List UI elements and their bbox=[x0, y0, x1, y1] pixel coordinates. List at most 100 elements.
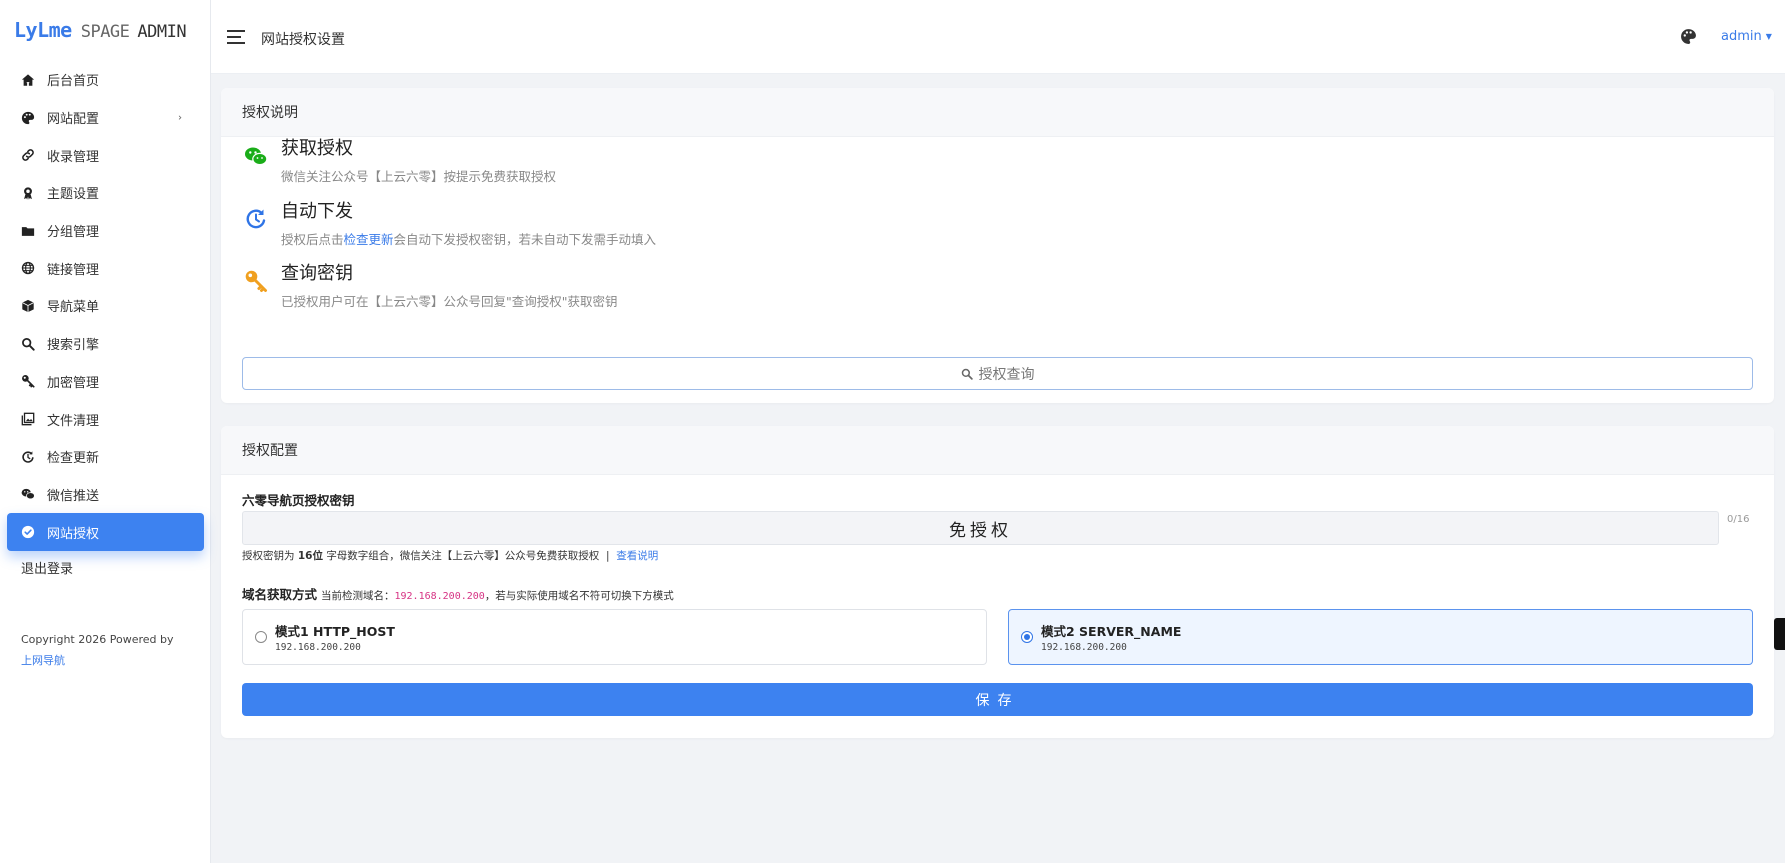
sidebar: LyLme SPAGE ADMIN 后台首页 网站配置 › 收录管理 主题设置 … bbox=[0, 0, 211, 863]
wechat-icon bbox=[245, 147, 268, 166]
license-key-input[interactable]: 免授权 bbox=[242, 511, 1719, 545]
mode-radio[interactable] bbox=[255, 631, 267, 643]
menu-toggle-icon[interactable] bbox=[227, 30, 245, 44]
top-header: 网站授权设置 admin ▼ bbox=[211, 0, 1785, 74]
award-icon bbox=[21, 186, 35, 200]
desc-text: 授权后点击 bbox=[281, 232, 344, 247]
sidebar-item-label: 链接管理 bbox=[47, 262, 100, 278]
feature-get-license: 获取授权 微信关注公众号【上云六零】按提示免费获取授权 bbox=[244, 138, 556, 185]
feature-query-key: 查询密钥 已授权用户可在【上云六零】公众号回复"查询授权"获取密钥 bbox=[244, 263, 618, 310]
sidebar-item-site-license[interactable]: 网站授权 bbox=[7, 513, 204, 551]
wechat-icon bbox=[21, 487, 35, 501]
sidebar-item-label: 收录管理 bbox=[47, 149, 100, 165]
sidebar-item-site-config[interactable]: 网站配置 › bbox=[7, 99, 204, 137]
card-title: 授权配置 bbox=[221, 426, 1774, 475]
refresh-icon bbox=[21, 450, 35, 464]
search-icon bbox=[21, 337, 35, 351]
copyright-text: Copyright 2026 Powered by bbox=[21, 633, 174, 646]
sidebar-item-wechat-push[interactable]: 微信推送 bbox=[7, 476, 204, 514]
domain-label-bold: 域名获取方式 bbox=[242, 587, 318, 602]
side-feedback-tab[interactable] bbox=[1774, 618, 1785, 650]
sidebar-item-label: 主题设置 bbox=[47, 187, 100, 203]
home-icon bbox=[21, 73, 35, 87]
feature-auto-deliver: 自动下发 授权后点击检查更新会自动下发授权密钥，若未自动下发需手动填入 bbox=[244, 201, 656, 248]
sidebar-menu: 后台首页 网站配置 › 收录管理 主题设置 分组管理 链接管理 导航菜单 搜索引… bbox=[7, 61, 204, 551]
license-config-card: 授权配置 六零导航页授权密钥 免授权 0/16 授权密钥为 16位 字母数字组合… bbox=[221, 426, 1774, 738]
sidebar-item-groups[interactable]: 分组管理 bbox=[7, 212, 204, 250]
sidebar-item-label: 加密管理 bbox=[47, 375, 100, 391]
logo[interactable]: LyLme SPAGE ADMIN bbox=[14, 18, 187, 48]
hint-text: 授权密钥为 bbox=[242, 550, 295, 562]
sidebar-item-label: 导航菜单 bbox=[47, 300, 100, 316]
view-guide-link[interactable]: 查看说明 bbox=[616, 550, 658, 562]
link-icon bbox=[21, 148, 35, 162]
feature-desc: 已授权用户可在【上云六零】公众号回复"查询授权"获取密钥 bbox=[281, 294, 618, 309]
hint-bold: 16位 bbox=[297, 550, 323, 562]
license-key-hint: 授权密钥为 16位 字母数字组合，微信关注【上云六零】公众号免费获取授权 | 查… bbox=[242, 548, 658, 563]
desc-text: 会自动下发授权密钥，若未自动下发需手动填入 bbox=[393, 232, 657, 247]
chevron-right-icon: › bbox=[178, 112, 182, 124]
mode-http-host-option[interactable]: 模式1 HTTP_HOST 192.168.200.200 bbox=[242, 609, 987, 665]
sidebar-item-encryption[interactable]: 加密管理 bbox=[7, 363, 204, 401]
hint-text: 字母数字组合，微信关注【上云六零】公众号免费获取授权 | bbox=[326, 550, 617, 562]
license-key-label: 六零导航页授权密钥 bbox=[242, 493, 355, 508]
logo-admin: ADMIN bbox=[137, 22, 187, 42]
sidebar-item-submissions[interactable]: 收录管理 bbox=[7, 136, 204, 174]
sidebar-item-links[interactable]: 链接管理 bbox=[7, 249, 204, 287]
page-title: 网站授权设置 bbox=[261, 32, 345, 48]
button-label: 授权查询 bbox=[978, 366, 1035, 383]
sidebar-item-nav-menu[interactable]: 导航菜单 bbox=[7, 287, 204, 325]
sidebar-item-label: 网站授权 bbox=[47, 526, 100, 542]
sidebar-item-label: 检查更新 bbox=[47, 451, 100, 467]
theme-palette-icon[interactable] bbox=[1680, 28, 1697, 45]
feature-title: 获取授权 bbox=[281, 138, 353, 159]
mode-title: 模式2 SERVER_NAME bbox=[1041, 624, 1182, 639]
domain-mode-label: 域名获取方式 当前检测域名：192.168.200.200，若与实际使用域名不符… bbox=[242, 584, 674, 603]
sidebar-item-label: 分组管理 bbox=[47, 225, 100, 241]
caret-down-icon: ▼ bbox=[1765, 32, 1772, 41]
mode-server-name-option[interactable]: 模式2 SERVER_NAME 192.168.200.200 bbox=[1008, 609, 1753, 665]
sidebar-item-search-engines[interactable]: 搜索引擎 bbox=[7, 325, 204, 363]
folder-icon bbox=[21, 224, 35, 238]
refresh-clock-icon bbox=[246, 209, 266, 229]
sidebar-item-label: 网站配置 bbox=[47, 112, 100, 128]
feature-desc: 微信关注公众号【上云六零】按提示免费获取授权 bbox=[281, 169, 557, 184]
globe-icon bbox=[21, 261, 35, 275]
key-icon bbox=[245, 270, 267, 292]
user-menu[interactable]: admin ▼ bbox=[1721, 29, 1772, 44]
domain-detect-text: 当前检测域名： bbox=[321, 590, 395, 602]
sidebar-item-theme[interactable]: 主题设置 bbox=[7, 174, 204, 212]
sidebar-item-home[interactable]: 后台首页 bbox=[7, 61, 204, 99]
char-counter: 0/16 bbox=[1727, 514, 1750, 525]
sidebar-item-label: 搜索引擎 bbox=[47, 338, 100, 354]
copyright: Copyright 2026 Powered by 上网导航 bbox=[21, 629, 174, 671]
detected-domain: 192.168.200.200 bbox=[394, 591, 485, 602]
mode-title: 模式1 HTTP_HOST bbox=[275, 624, 395, 639]
mode-ip: 192.168.200.200 bbox=[1041, 642, 1127, 653]
sidebar-item-label: 文件清理 bbox=[47, 413, 100, 429]
sidebar-item-label: 微信推送 bbox=[47, 488, 100, 504]
username: admin bbox=[1721, 29, 1762, 44]
box-icon bbox=[21, 299, 35, 313]
sidebar-item-check-update[interactable]: 检查更新 bbox=[7, 438, 204, 476]
copyright-link[interactable]: 上网导航 bbox=[21, 650, 174, 671]
license-query-button[interactable]: 授权查询 bbox=[242, 357, 1753, 390]
card-title: 授权说明 bbox=[221, 88, 1774, 137]
logo-lylme: LyLme bbox=[14, 18, 72, 42]
feature-desc: 授权后点击检查更新会自动下发授权密钥，若未自动下发需手动填入 bbox=[281, 229, 656, 248]
logout-link[interactable]: 退出登录 bbox=[21, 558, 73, 577]
search-icon bbox=[961, 368, 973, 380]
sidebar-item-label: 后台首页 bbox=[47, 74, 100, 90]
sidebar-item-file-cleanup[interactable]: 文件清理 bbox=[7, 400, 204, 438]
check-update-link[interactable]: 检查更新 bbox=[344, 232, 394, 247]
mode-ip: 192.168.200.200 bbox=[275, 642, 361, 653]
palette-icon bbox=[21, 111, 35, 125]
mode-radio[interactable] bbox=[1021, 631, 1033, 643]
key-icon bbox=[21, 374, 35, 388]
license-info-card: 授权说明 获取授权 微信关注公众号【上云六零】按提示免费获取授权 自动下发 授权… bbox=[221, 88, 1774, 403]
domain-detect-text: ，若与实际使用域名不符可切换下方模式 bbox=[484, 590, 674, 602]
feature-title: 自动下发 bbox=[281, 201, 353, 222]
feature-title: 查询密钥 bbox=[281, 263, 353, 284]
save-button[interactable]: 保存 bbox=[242, 683, 1753, 716]
logo-spage: SPAGE bbox=[80, 22, 130, 42]
